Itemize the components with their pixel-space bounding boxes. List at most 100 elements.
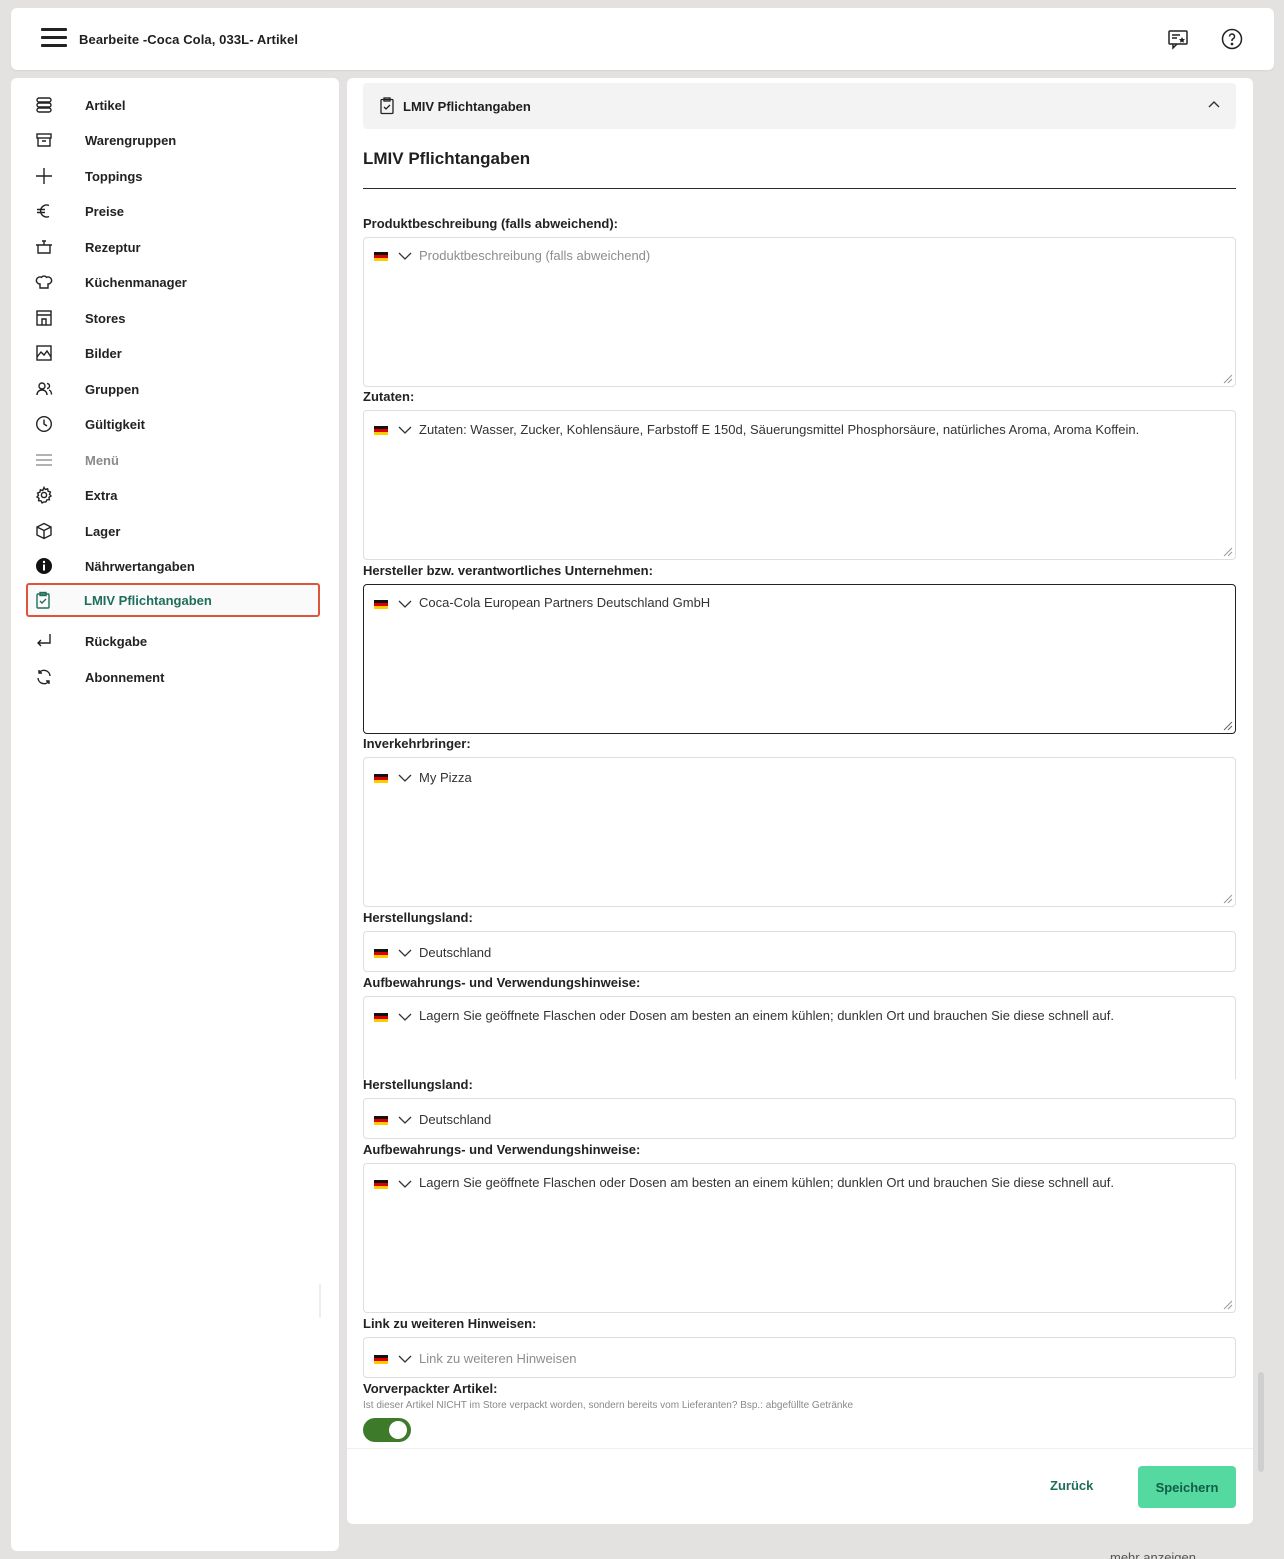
help-icon[interactable] (1220, 27, 1244, 51)
chevron-down-icon (398, 600, 412, 608)
language-select[interactable] (374, 948, 412, 958)
field-label-link: Link zu weiteren Hinweisen: (363, 1316, 537, 1331)
german-flag-icon (374, 425, 388, 435)
chevron-down-icon (398, 949, 412, 957)
chevron-up-icon[interactable] (1206, 97, 1222, 113)
chevron-down-icon (398, 426, 412, 434)
chef-hat-icon (33, 271, 55, 293)
plus-icon (33, 165, 55, 187)
menu-icon[interactable] (41, 28, 67, 50)
show-more-link[interactable]: mehr anzeigen (1110, 1550, 1196, 1559)
field-label-herstellungsland: Herstellungsland: (363, 910, 473, 925)
chevron-down-icon (398, 252, 412, 260)
language-select[interactable] (374, 1354, 412, 1364)
language-select[interactable] (374, 1115, 412, 1125)
footer-divider (347, 1448, 1253, 1449)
euro-icon (33, 200, 55, 222)
archive-icon (33, 129, 55, 151)
field-label-aufbewahrung: Aufbewahrungs- und Verwendungshinweise: (363, 975, 641, 990)
hersteller-textarea[interactable]: Coca-Cola European Partners Deutschland … (363, 584, 1236, 734)
return-icon (33, 630, 55, 652)
sidebar-item-menue[interactable]: Menü (29, 443, 319, 477)
clipboard-check-icon (32, 589, 54, 611)
sidebar-scrollbar[interactable] (319, 1284, 321, 1318)
field-label-inverkehrbringer: Inverkehrbringer: (363, 736, 471, 751)
users-icon (33, 378, 55, 400)
chevron-down-icon (398, 1013, 412, 1021)
list-icon (33, 449, 55, 471)
sidebar-item-rueckgabe[interactable]: Rückgabe (29, 624, 319, 658)
sidebar-item-artikel[interactable]: Artikel (29, 88, 319, 122)
info-icon (33, 555, 55, 577)
language-select[interactable] (374, 773, 412, 783)
zutaten-textarea[interactable]: Zutaten: Wasser, Zucker, Kohlensäure, Fa… (363, 410, 1236, 560)
stack-icon (33, 94, 55, 116)
sidebar-item-lmiv-pflichtangaben[interactable]: LMIV Pflichtangaben (26, 583, 320, 617)
accordion-header[interactable]: LMIV Pflichtangaben (363, 83, 1236, 129)
top-bar: Bearbeite -Coca Cola, 033L- Artikel (11, 8, 1274, 70)
clock-icon (33, 413, 55, 435)
german-flag-icon (374, 251, 388, 261)
aufbewahrung-textarea-2[interactable]: Lagern Sie geöffnete Flaschen oder Dosen… (363, 1163, 1236, 1313)
sidebar-item-gruppen[interactable]: Gruppen (29, 372, 319, 406)
sidebar-item-warengruppen[interactable]: Warengruppen (29, 123, 319, 157)
german-flag-icon (374, 1179, 388, 1189)
resize-handle-icon[interactable] (1221, 545, 1233, 557)
german-flag-icon (374, 599, 388, 609)
field-label-aufbewahrung-2: Aufbewahrungs- und Verwendungshinweise: (363, 1142, 641, 1157)
feedback-icon[interactable] (1166, 27, 1190, 51)
page-title: Bearbeite -Coca Cola, 033L- Artikel (79, 32, 299, 47)
field-label-herstellungsland-2: Herstellungsland: (363, 1077, 473, 1092)
resize-handle-icon[interactable] (1221, 372, 1233, 384)
sidebar-item-preise[interactable]: Preise (29, 194, 319, 228)
sidebar-item-naehrwertangaben[interactable]: Nährwertangaben (29, 549, 319, 583)
language-select[interactable] (374, 425, 412, 435)
chevron-down-icon (398, 1355, 412, 1363)
vorverpackt-toggle[interactable] (363, 1418, 411, 1442)
herstellungsland-input-2[interactable]: Deutschland (363, 1098, 1236, 1139)
language-select[interactable] (374, 1179, 412, 1189)
resize-handle-icon[interactable] (1221, 892, 1233, 904)
scrollbar-thumb[interactable] (1258, 1372, 1264, 1472)
sidebar-item-gueltigkeit[interactable]: Gültigkeit (29, 407, 319, 441)
sidebar-item-extra[interactable]: Extra (29, 478, 319, 512)
link-input[interactable]: Link zu weiteren Hinweisen (363, 1337, 1236, 1378)
sidebar-item-kuechenmanager[interactable]: Küchenmanager (29, 265, 319, 299)
language-select[interactable] (374, 1012, 412, 1022)
sidebar: Artikel Warengruppen Toppings Preise Rez… (11, 78, 339, 1551)
resize-handle-icon[interactable] (1221, 1298, 1233, 1310)
sidebar-item-lager[interactable]: Lager (29, 514, 319, 548)
sidebar-item-abonnement[interactable]: Abonnement (29, 660, 319, 694)
page-scrollbar[interactable] (1255, 78, 1267, 1524)
gear-icon (33, 484, 55, 506)
save-button[interactable]: Speichern (1138, 1466, 1236, 1508)
box-icon (33, 520, 55, 542)
inverkehrbringer-textarea[interactable]: My Pizza (363, 757, 1236, 907)
sidebar-item-toppings[interactable]: Toppings (29, 159, 319, 193)
aufbewahrung-textarea[interactable]: Lagern Sie geöffnete Flaschen oder Dosen… (363, 996, 1236, 1079)
chevron-down-icon (398, 1180, 412, 1188)
german-flag-icon (374, 773, 388, 783)
store-icon (33, 307, 55, 329)
vorverpackt-hint: Ist dieser Artikel NICHT im Store verpac… (363, 1400, 854, 1411)
field-label-hersteller: Hersteller bzw. verantwortliches Unterne… (363, 563, 653, 578)
produktbeschreibung-textarea[interactable]: Produktbeschreibung (falls abweichend) (363, 237, 1236, 387)
field-label-vorverpackt: Vorverpackter Artikel: (363, 1381, 498, 1396)
sidebar-item-rezeptur[interactable]: Rezeptur (29, 230, 319, 264)
image-icon (33, 342, 55, 364)
chevron-down-icon (398, 1116, 412, 1124)
resize-handle-icon[interactable] (1221, 719, 1233, 731)
language-select[interactable] (374, 251, 412, 261)
german-flag-icon (374, 1354, 388, 1364)
field-label-zutaten: Zutaten: (363, 389, 415, 404)
accordion-title: LMIV Pflichtangaben (403, 98, 531, 114)
back-button[interactable]: Zurück (1050, 1478, 1093, 1493)
herstellungsland-input[interactable]: Deutschland (363, 931, 1236, 972)
sidebar-item-stores[interactable]: Stores (29, 301, 319, 335)
language-select[interactable] (374, 599, 412, 609)
clipboard-check-icon (380, 97, 394, 115)
german-flag-icon (374, 1115, 388, 1125)
refresh-icon (33, 666, 55, 688)
german-flag-icon (374, 948, 388, 958)
sidebar-item-bilder[interactable]: Bilder (29, 336, 319, 370)
